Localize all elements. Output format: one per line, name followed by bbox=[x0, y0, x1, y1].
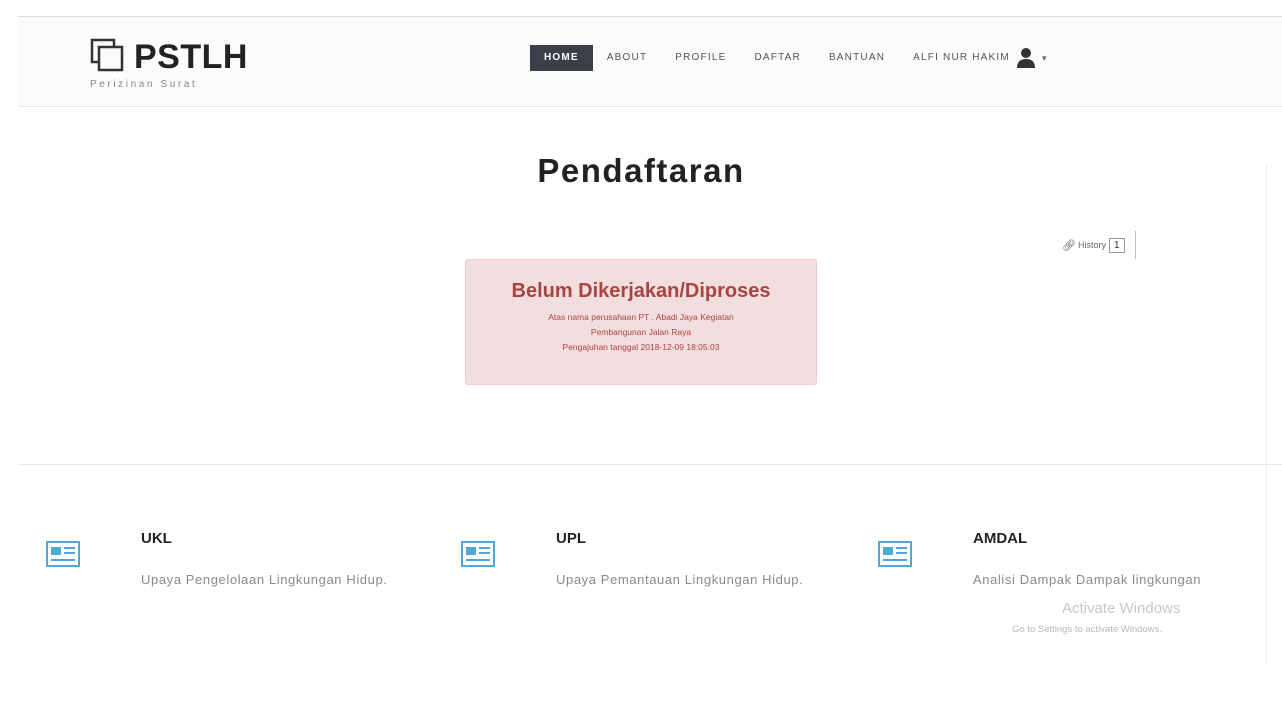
user-name: ALFI NUR HAKIM bbox=[913, 52, 1010, 63]
status-line-activity: Pembangunan Jalan Raya bbox=[590, 327, 692, 337]
caret-down-icon: ▾ bbox=[1041, 53, 1048, 63]
brand-title: PSTLH bbox=[134, 38, 248, 76]
scroll-edge bbox=[1266, 165, 1267, 665]
user-menu[interactable]: ALFI NUR HAKIM ▾ bbox=[899, 45, 1062, 71]
navbar: PSTLH Perizinan Surat HOME ABOUT PROFILE… bbox=[18, 17, 1282, 107]
nav-item-daftar[interactable]: DAFTAR bbox=[740, 45, 814, 71]
feature-description: Analisi Dampak Dampak lingkungan bbox=[973, 572, 1202, 587]
history-button[interactable]: 🔗︎ History 1 bbox=[1062, 231, 1136, 259]
nav-item-bantuan[interactable]: BANTUAN bbox=[815, 45, 899, 71]
feature-title: UKL bbox=[141, 530, 172, 547]
newspaper-icon bbox=[878, 541, 912, 567]
status-line-company: Atas nama perusahaan PT . Abadi Jaya Keg… bbox=[548, 312, 734, 322]
status-alert: Belum Dikerjakan/Diproses Atas nama peru… bbox=[465, 259, 817, 385]
status-line-date: Pengajuhan tanggal 2018-12-09 18:05:03 bbox=[562, 342, 720, 352]
nav-item-about[interactable]: ABOUT bbox=[593, 45, 661, 71]
history-label: History bbox=[1077, 240, 1106, 250]
copy-icon bbox=[90, 38, 124, 72]
feature-title: UPL bbox=[556, 530, 586, 547]
main-menu: HOME ABOUT PROFILE DAFTAR BANTUAN ALFI N… bbox=[530, 45, 1062, 71]
newspaper-icon bbox=[461, 541, 495, 567]
feature-description: Upaya Pemantauan Lingkungan Hidup. bbox=[556, 572, 804, 587]
section-divider bbox=[18, 464, 1282, 465]
status-title: Belum Dikerjakan/Diproses bbox=[511, 280, 771, 302]
status-details: Atas nama perusahaan PT . Abadi Jaya Keg… bbox=[466, 310, 816, 355]
history-count-badge: 1 bbox=[1108, 237, 1125, 253]
feature-description: Upaya Pengelolaan Lingkungan Hidup. bbox=[141, 572, 388, 587]
user-icon bbox=[1016, 48, 1035, 68]
page-title: Pendaftaran bbox=[537, 152, 745, 190]
brand-subtitle: Perizinan Surat bbox=[90, 79, 198, 90]
activate-windows-hint: Go to Settings to activate Windows. bbox=[1012, 624, 1162, 635]
nav-item-profile[interactable]: PROFILE bbox=[661, 45, 740, 71]
newspaper-icon bbox=[46, 541, 80, 567]
nav-item-home[interactable]: HOME bbox=[530, 45, 593, 71]
paperclip-icon: 🔗︎ bbox=[1062, 239, 1076, 252]
feature-title: AMDAL bbox=[973, 530, 1028, 547]
activate-windows-title: Activate Windows bbox=[1062, 600, 1181, 617]
